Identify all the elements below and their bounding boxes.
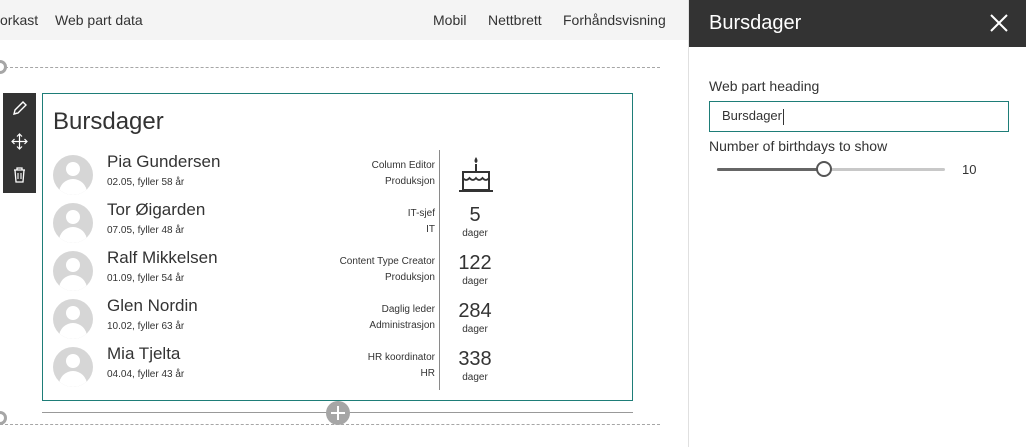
person-role: Column Editor Produksjon xyxy=(372,158,435,190)
job-title: Daglig leder xyxy=(381,304,435,315)
webpart-title: Bursdager xyxy=(53,108,164,135)
toolbar-item-nettbrett[interactable]: Nettbrett xyxy=(488,12,542,28)
department: IT xyxy=(426,224,435,235)
toolbar-item-mobil[interactable]: Mobil xyxy=(433,12,466,28)
job-title: IT-sjef xyxy=(407,208,435,219)
delete-icon[interactable] xyxy=(10,165,29,184)
edit-icon[interactable] xyxy=(10,99,29,118)
days-until: 122 dager xyxy=(440,246,510,287)
department: Administrasjon xyxy=(369,320,435,331)
toolbar-item-forkast[interactable]: orkast xyxy=(0,12,38,28)
avatar xyxy=(53,347,93,387)
days-label: dager xyxy=(462,372,488,383)
text-caret xyxy=(782,108,784,125)
top-toolbar: orkast Web part data Mobil Nettbrett For… xyxy=(0,0,688,40)
days-until: 5 dager xyxy=(440,198,510,239)
days-label: dager xyxy=(462,276,488,287)
days-count: 284 xyxy=(458,300,492,322)
job-title: HR koordinator xyxy=(367,352,435,363)
avatar xyxy=(53,203,93,243)
days-count: 5 xyxy=(469,204,481,226)
birthday-info: 04.04, fyller 43 år xyxy=(107,369,185,380)
avatar xyxy=(53,251,93,291)
person-role: IT-sjef IT xyxy=(408,206,435,238)
list-item: Tor Øigarden 07.05, fyller 48 år IT-sjef… xyxy=(43,198,634,246)
list-item: Mia Tjelta 04.04, fyller 43 år HR koordi… xyxy=(43,342,634,390)
days-until: 284 dager xyxy=(440,294,510,335)
close-icon[interactable] xyxy=(988,12,1010,34)
avatar xyxy=(53,299,93,339)
toolbar-item-preview[interactable]: Forhåndsvisning xyxy=(563,12,666,28)
pane-header: Bursdager xyxy=(689,0,1026,47)
department: Produksjon xyxy=(384,176,435,187)
birthday-info: 07.05, fyller 48 år xyxy=(107,225,185,236)
days-count: 338 xyxy=(458,348,492,370)
property-pane: Bursdager Web part heading Bursdager Num… xyxy=(688,0,1026,447)
divider xyxy=(439,150,440,198)
job-title: Content Type Creator xyxy=(339,256,435,267)
list-item: Pia Gundersen 02.05, fyller 58 år Column… xyxy=(43,150,634,198)
heading-field-label: Web part heading xyxy=(709,78,820,94)
move-icon[interactable] xyxy=(10,132,29,151)
job-title: Column Editor xyxy=(371,160,435,171)
slider-fill xyxy=(717,168,825,171)
person-role: Content Type Creator Produksjon xyxy=(340,254,435,286)
birthday-count-slider[interactable] xyxy=(717,161,945,177)
days-label: dager xyxy=(462,324,488,335)
birthdays-webpart[interactable]: Bursdager Pia Gundersen 02.05, fyller 58… xyxy=(42,93,633,401)
birthday-info: 10.02, fyller 63 år xyxy=(107,321,185,332)
person-name: Ralf Mikkelsen xyxy=(107,248,218,267)
cake-icon xyxy=(457,154,495,199)
days-until: 338 dager xyxy=(440,342,510,383)
department: HR xyxy=(420,368,435,379)
birthday-info: 02.05, fyller 58 år xyxy=(107,177,185,188)
pane-title: Bursdager xyxy=(709,12,802,34)
person-role: HR koordinator HR xyxy=(368,350,435,382)
heading-input-value: Bursdager xyxy=(722,108,782,123)
person-role: Daglig leder Administrasjon xyxy=(369,302,435,334)
add-webpart-button[interactable] xyxy=(326,401,350,425)
webpart-side-toolbar xyxy=(3,93,36,193)
list-item: Ralf Mikkelsen 01.09, fyller 54 år Conte… xyxy=(43,246,634,294)
person-name: Mia Tjelta xyxy=(107,344,181,363)
list-item: Glen Nordin 10.02, fyller 63 år Daglig l… xyxy=(43,294,634,342)
slider-thumb[interactable] xyxy=(816,161,833,177)
slider-value: 10 xyxy=(962,162,977,177)
days-count: 122 xyxy=(458,252,492,274)
section-handle-top[interactable] xyxy=(0,60,7,74)
section-handle-bottom[interactable] xyxy=(0,411,7,425)
section-divider-top xyxy=(0,67,660,68)
toolbar-item-web-part-data[interactable]: Web part data xyxy=(55,12,143,28)
section-divider-bottom xyxy=(0,424,660,425)
heading-input[interactable]: Bursdager xyxy=(709,101,1009,132)
department: Produksjon xyxy=(384,272,435,283)
birthday-info: 01.09, fyller 54 år xyxy=(107,273,185,284)
days-label: dager xyxy=(462,228,488,239)
count-field-label: Number of birthdays to show xyxy=(709,138,888,154)
person-name: Tor Øigarden xyxy=(107,200,206,219)
person-name: Pia Gundersen xyxy=(107,152,221,171)
avatar xyxy=(53,155,93,195)
person-name: Glen Nordin xyxy=(107,296,198,315)
